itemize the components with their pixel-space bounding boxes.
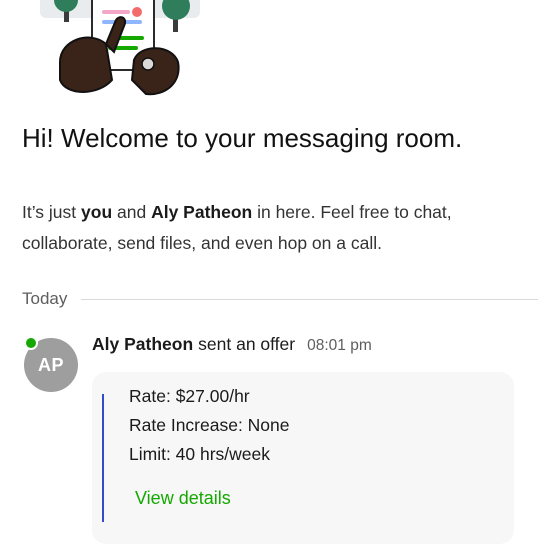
offer-limit: Limit: 40 hrs/week: [129, 444, 271, 464]
online-status-icon: [24, 336, 38, 350]
message-header: Aly Patheon sent an offer 08:01 pm: [92, 334, 372, 358]
welcome-text-prefix: It’s just: [22, 202, 82, 222]
offer-accent-bar: [102, 394, 104, 522]
welcome-illustration: [40, 0, 200, 96]
day-divider-label: Today: [22, 289, 68, 308]
offer-rate: Rate: $27.00/hr: [129, 386, 250, 406]
avatar-initials: AP: [37, 354, 64, 375]
welcome-you: you: [81, 202, 113, 222]
divider-line: [81, 298, 538, 300]
offer-rate-increase: Rate Increase: None: [129, 415, 290, 435]
welcome-partner-name: Aly Patheon: [151, 202, 253, 222]
offer-card: Rate: $27.00/hr Rate Increase: None Limi…: [92, 372, 514, 544]
welcome-title: Hi! Welcome to your messaging room.: [22, 123, 463, 153]
welcome-text-and: and: [112, 202, 152, 222]
sender-name[interactable]: Aly Patheon: [92, 334, 193, 355]
message-action: sent an offer: [198, 334, 296, 354]
day-divider: Today: [22, 288, 538, 310]
welcome-description: It’s just you and Aly Patheon in here. F…: [22, 197, 522, 259]
view-details-link[interactable]: View details: [135, 486, 231, 510]
message-timestamp: 08:01 pm: [307, 337, 372, 354]
